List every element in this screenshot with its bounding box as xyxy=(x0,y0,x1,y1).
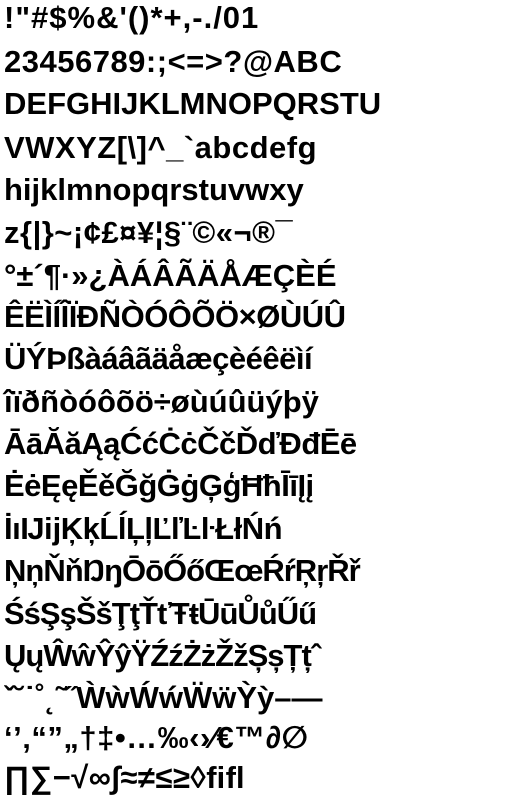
glyph-row: hijklmnopqrstuvwxy xyxy=(4,172,304,207)
glyph-row: ∏∑−√∞∫≈≠≤≥◊ﬁﬂ xyxy=(4,760,246,795)
glyph-row: ÊËÌÍÎÏÐÑÒÓÔÕÖ×ØÙÚÛ xyxy=(4,299,346,334)
glyph-row: DEFGHIJKLMNOPQRSTU xyxy=(4,86,382,121)
glyph-row: z{|}~¡¢£¤¥¦§¨©«¬®¯ xyxy=(4,215,294,250)
glyph-row: ĀāĂăĄąĆćĊċČčĎďĐđĒē xyxy=(4,426,357,461)
glyph-row: ĖėĘęĚěĞğĠġĢģĦħĪīĮį xyxy=(4,468,314,503)
glyph-row: İıĲĳĶķĹĺĻļĽľĿŀŁłŃń xyxy=(4,511,283,546)
glyph-specimen: !"#$%&'()*+,-./01 23456789:;<=>?@ABC DEF… xyxy=(0,0,531,800)
glyph-row: ‘’‚“”„†‡•…‰‹›⁄€™∂∅ xyxy=(4,720,309,755)
glyph-row: °±´¶·»¿ÀÁÂÃÄÅÆÇÈÉ xyxy=(4,258,337,293)
glyph-row: !"#$%&'()*+,-./01 xyxy=(4,0,260,35)
glyph-row: ŅņŇňŊŋŌōŐőŒœŔŕŖŗŘř xyxy=(4,553,361,588)
glyph-row: 23456789:;<=>?@ABC xyxy=(4,44,343,79)
glyph-row: ˇ˘˙˚˛˜˝ẀẁẂẃẄẅỲỳ–— xyxy=(4,680,323,715)
glyph-row: îïðñòóôõö÷øùúûüýþÿ xyxy=(4,384,319,419)
glyph-row: ŲųŴŵŶŷŸŹźŻżŽžȘșȚțˆ xyxy=(4,638,321,673)
glyph-row: ÜÝÞßàáâãäåæçèéêëìí xyxy=(4,341,313,376)
glyph-row: ŚśŞşŠšŢţŤťŦŧŪūŮůŰű xyxy=(4,596,317,631)
glyph-row: VWXYZ[\]^_`abcdefg xyxy=(4,130,318,165)
